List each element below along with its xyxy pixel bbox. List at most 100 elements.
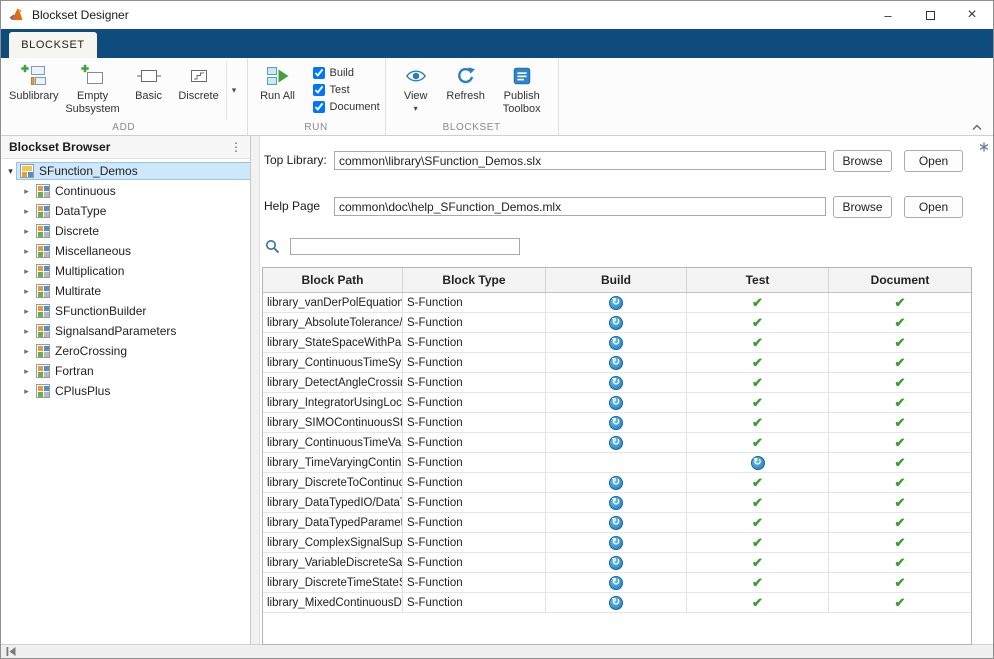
document-status-cell: ✔: [829, 293, 971, 312]
top-library-browse-button[interactable]: Browse: [833, 150, 892, 172]
tree-expander-icon[interactable]: ▸: [20, 326, 33, 337]
column-header-test[interactable]: Test: [687, 268, 829, 292]
tree-expander-icon[interactable]: ▸: [20, 186, 33, 197]
tree-item[interactable]: ▾ SFunction_Demos: [1, 161, 250, 181]
tree-item[interactable]: ▸ CPlusPlus: [1, 381, 250, 401]
document-checkbox-input[interactable]: [313, 101, 325, 113]
tree-item-body[interactable]: DataType: [33, 203, 250, 219]
collapse-toolstrip-button[interactable]: [971, 123, 983, 131]
block-path-cell: library_vanDerPolEquation...: [263, 293, 403, 312]
tree-expander-icon[interactable]: ▾: [4, 166, 17, 177]
tree-item[interactable]: ▸ ZeroCrossing: [1, 341, 250, 361]
tree-item[interactable]: ▸ Multiplication: [1, 261, 250, 281]
status-done-icon: ↻: [609, 296, 623, 310]
column-header-document[interactable]: Document: [829, 268, 971, 292]
status-pass-icon: ✔: [752, 556, 763, 569]
tree-item-body[interactable]: Miscellaneous: [33, 243, 250, 259]
tree-item[interactable]: ▸ DataType: [1, 201, 250, 221]
tree-expander-icon[interactable]: ▸: [20, 306, 33, 317]
minimize-button[interactable]: –: [867, 1, 909, 29]
tree-item-body[interactable]: Discrete: [33, 223, 250, 239]
tree-item-body[interactable]: SignalsandParameters: [33, 323, 250, 339]
add-gallery-dropdown-button[interactable]: ▾: [226, 61, 242, 120]
test-status-cell: ↻: [687, 453, 829, 472]
empty-subsystem-button[interactable]: Empty Subsystem: [62, 61, 124, 116]
table-row[interactable]: library_StateSpaceWithPar... S-Function …: [263, 333, 971, 353]
table-row[interactable]: library_DataTypedIO/DataT... S-Function …: [263, 493, 971, 513]
view-button[interactable]: View ▾: [391, 61, 441, 114]
run-all-button[interactable]: Run All: [253, 61, 303, 104]
tree-item-body[interactable]: Continuous: [33, 183, 250, 199]
build-checkbox-input[interactable]: [313, 67, 325, 79]
tree-item-body[interactable]: Multirate: [33, 283, 250, 299]
help-page-open-button[interactable]: Open: [904, 196, 963, 218]
tree-expander-icon[interactable]: ▸: [20, 286, 33, 297]
tree-item[interactable]: ▸ Multirate: [1, 281, 250, 301]
tree-item-body[interactable]: Fortran: [33, 363, 250, 379]
table-row[interactable]: library_SIMOContinuousSt... S-Function ↻…: [263, 413, 971, 433]
test-checkbox-input[interactable]: [313, 84, 325, 96]
help-page-browse-button[interactable]: Browse: [833, 196, 892, 218]
basic-button[interactable]: Basic: [124, 61, 174, 104]
table-row[interactable]: library_DataTypedParamet... S-Function ↻…: [263, 513, 971, 533]
tree-expander-icon[interactable]: ▸: [20, 346, 33, 357]
search-input[interactable]: [290, 238, 520, 255]
tree-expander-icon[interactable]: ▸: [20, 266, 33, 277]
table-row[interactable]: library_MixedContinuousD... S-Function ↻…: [263, 593, 971, 613]
tree-expander-icon[interactable]: ▸: [20, 226, 33, 237]
block-path-cell: library_AbsoluteTolerance/...: [263, 313, 403, 332]
tree-item[interactable]: ▸ Miscellaneous: [1, 241, 250, 261]
tree-item[interactable]: ▸ Continuous: [1, 181, 250, 201]
browser-menu-icon[interactable]: ⋮: [230, 140, 242, 154]
table-row[interactable]: library_DiscreteToContinuo... S-Function…: [263, 473, 971, 493]
close-button[interactable]: ×: [951, 1, 993, 29]
test-checkbox[interactable]: Test: [313, 81, 380, 98]
tree-expander-icon[interactable]: ▸: [20, 246, 33, 257]
tree-item-body[interactable]: ZeroCrossing: [33, 343, 250, 359]
tree-item-body[interactable]: SFunction_Demos: [17, 163, 250, 179]
table-row[interactable]: library_ComplexSignalSup... S-Function ↻…: [263, 533, 971, 553]
tree-item[interactable]: ▸ SFunctionBuilder: [1, 301, 250, 321]
library-block-icon: [36, 184, 50, 198]
build-checkbox[interactable]: Build: [313, 64, 380, 81]
column-header-block-path[interactable]: Block Path: [263, 268, 403, 292]
table-row[interactable]: library_DiscreteTimeStateS... S-Function…: [263, 573, 971, 593]
table-row[interactable]: library_IntegratorUsingLoc... S-Function…: [263, 393, 971, 413]
top-library-open-button[interactable]: Open: [904, 150, 963, 172]
discrete-button[interactable]: Discrete: [174, 61, 224, 104]
tree-expander-icon[interactable]: ▸: [20, 206, 33, 217]
refresh-button[interactable]: Refresh: [441, 61, 491, 104]
panel-actions-icon[interactable]: [979, 139, 989, 157]
sublibrary-button[interactable]: Sublibrary: [6, 61, 62, 104]
collapse-panel-icon[interactable]: [6, 647, 16, 656]
column-header-build[interactable]: Build: [546, 268, 687, 292]
top-library-input[interactable]: [334, 151, 826, 170]
tree-item[interactable]: ▸ SignalsandParameters: [1, 321, 250, 341]
table-header: Block Path Block Type Build Test Documen…: [263, 268, 971, 293]
publish-toolbox-button[interactable]: Publish Toolbox: [491, 61, 553, 116]
table-row[interactable]: library_ContinuousTimeSys... S-Function …: [263, 353, 971, 373]
column-header-block-type[interactable]: Block Type: [403, 268, 546, 292]
library-block-icon: [36, 204, 50, 218]
tree-item[interactable]: ▸ Fortran: [1, 361, 250, 381]
table-row[interactable]: library_VariableDiscreteSa... S-Function…: [263, 553, 971, 573]
tree-expander-icon[interactable]: ▸: [20, 386, 33, 397]
table-row[interactable]: library_vanDerPolEquation... S-Function …: [263, 293, 971, 313]
tree-item[interactable]: ▸ Discrete: [1, 221, 250, 241]
tree-item-body[interactable]: Multiplication: [33, 263, 250, 279]
table-row[interactable]: library_TimeVaryingContin... S-Function …: [263, 453, 971, 473]
tree-item-body[interactable]: CPlusPlus: [33, 383, 250, 399]
help-page-input[interactable]: [334, 197, 826, 216]
table-row[interactable]: library_ContinuousTimeVar... S-Function …: [263, 433, 971, 453]
tree-expander-icon[interactable]: ▸: [20, 366, 33, 377]
run-all-label: Run All: [260, 90, 295, 103]
build-status-cell: ↻: [546, 553, 687, 572]
table-row[interactable]: library_AbsoluteTolerance/... S-Function…: [263, 313, 971, 333]
table-row[interactable]: library_DetectAngleCrossin... S-Function…: [263, 373, 971, 393]
tree-item-body[interactable]: SFunctionBuilder: [33, 303, 250, 319]
document-checkbox[interactable]: Document: [313, 98, 380, 115]
status-done-icon: ↻: [609, 496, 623, 510]
maximize-button[interactable]: [909, 1, 951, 29]
tab-blockset[interactable]: BLOCKSET: [9, 32, 97, 58]
sidebar-scrollbar[interactable]: [251, 136, 260, 644]
